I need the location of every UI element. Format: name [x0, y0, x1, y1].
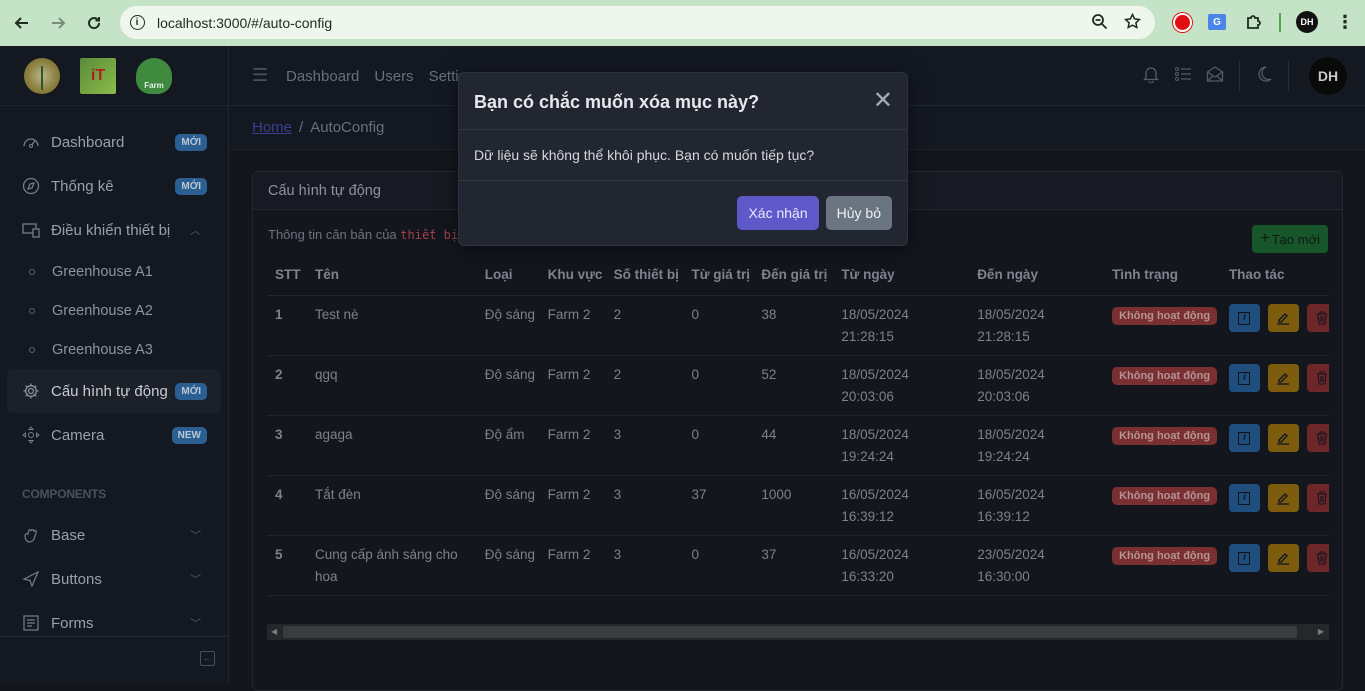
toolbar-divider — [1279, 13, 1281, 32]
confirm-delete-modal: Bạn có chắc muốn xóa mục này? ✕ Dữ liệu … — [458, 72, 908, 246]
back-button[interactable] — [4, 5, 40, 41]
kebab-menu-icon: ⋮ — [1336, 11, 1354, 32]
forward-button[interactable] — [40, 5, 76, 41]
translate-icon: G — [1208, 14, 1226, 30]
adblock-extension[interactable] — [1171, 11, 1193, 33]
close-icon[interactable]: ✕ — [873, 89, 893, 113]
modal-footer: Xác nhận Hủy bỏ — [459, 181, 907, 245]
reload-icon — [88, 17, 101, 30]
hand-stop-icon — [1172, 12, 1192, 32]
modal-title: Bạn có chắc muốn xóa mục này? — [459, 73, 907, 130]
reload-button[interactable] — [76, 5, 112, 41]
confirm-button[interactable]: Xác nhận — [737, 196, 819, 230]
arrow-left-icon — [14, 17, 28, 29]
zoom-out-icon[interactable] — [1091, 13, 1108, 30]
arrow-right-icon — [52, 17, 66, 29]
profile-avatar: DH — [1296, 11, 1318, 33]
star-icon[interactable] — [1124, 13, 1141, 30]
translate-extension[interactable]: G — [1206, 11, 1228, 33]
address-bar[interactable]: i localhost:3000/#/auto-config — [120, 6, 1155, 39]
browser-menu-button[interactable]: ⋮ — [1334, 11, 1356, 33]
profile-button[interactable]: DH — [1296, 11, 1318, 33]
puzzle-icon — [1247, 15, 1261, 29]
url-text[interactable]: localhost:3000/#/auto-config — [157, 15, 332, 31]
browser-toolbar: i localhost:3000/#/auto-config G DH ⋮ — [0, 0, 1365, 46]
site-info-button[interactable]: i — [126, 12, 148, 34]
extensions-button[interactable] — [1243, 11, 1265, 33]
cancel-button[interactable]: Hủy bỏ — [825, 196, 892, 230]
info-icon: i — [129, 15, 145, 30]
modal-body: Dữ liệu sẽ không thể khôi phục. Bạn có m… — [459, 130, 907, 181]
